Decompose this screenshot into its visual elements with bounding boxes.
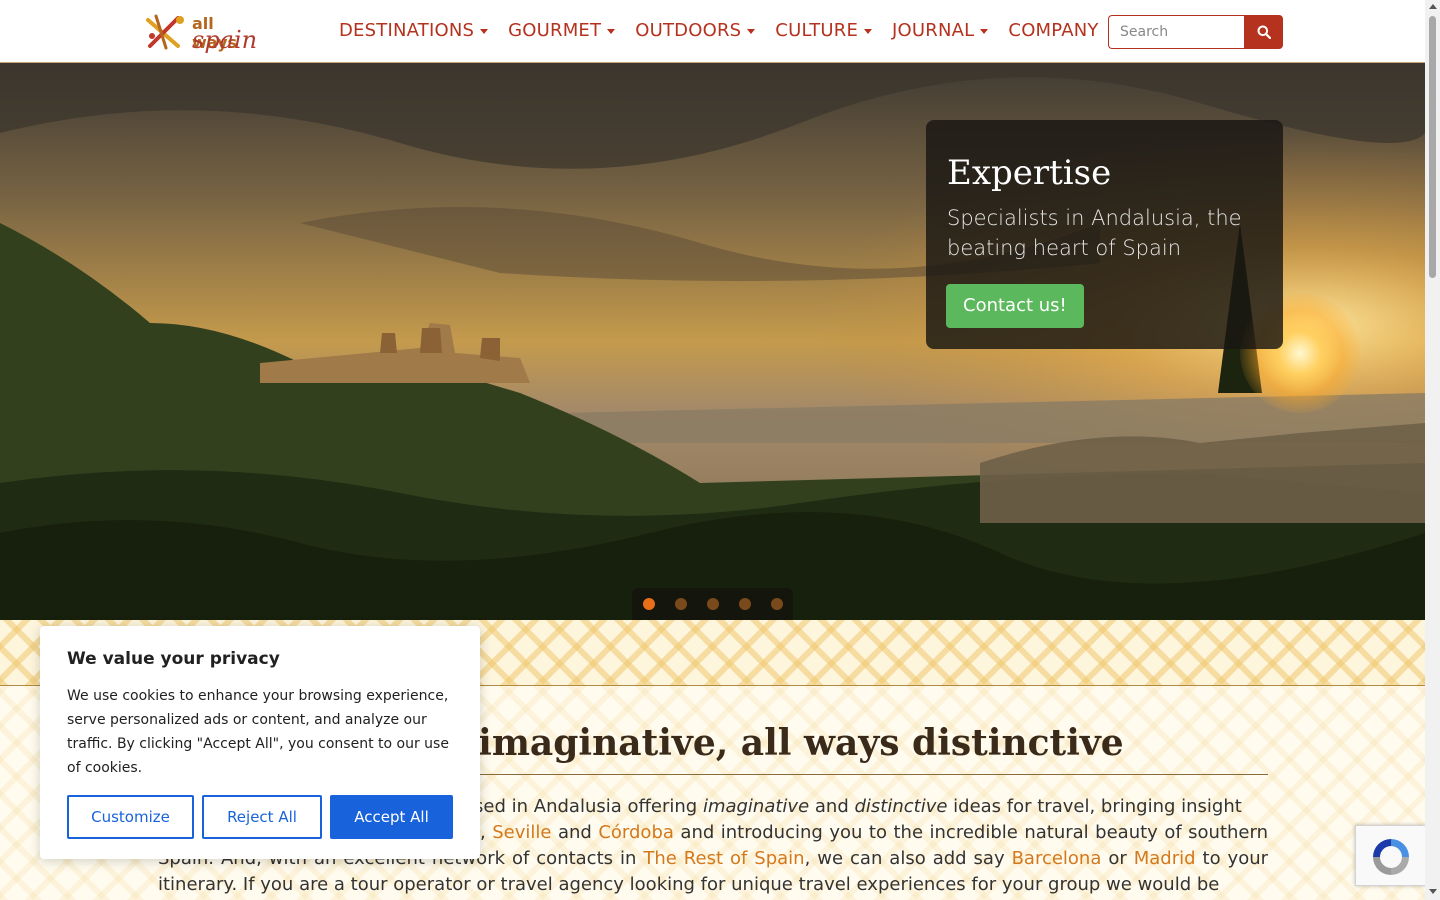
hero-title: Expertise — [947, 153, 1112, 193]
intro-text-5: and — [551, 822, 599, 843]
intro-em-imaginative: imaginative — [702, 796, 810, 817]
reject-all-button[interactable]: Reject All — [202, 795, 322, 839]
hero-carousel[interactable]: Expertise Specialists in Andalusia, the … — [0, 63, 1425, 620]
menu-journal[interactable]: JOURNAL — [892, 20, 989, 41]
menu-culture[interactable]: CULTURE — [775, 20, 873, 41]
menu-culture-label: CULTURE — [775, 20, 859, 41]
recaptcha-icon — [1373, 839, 1409, 875]
menu-destinations[interactable]: DESTINATIONS — [339, 20, 489, 41]
link-rest-of-spain[interactable]: The Rest of Spain — [643, 848, 804, 869]
main-menu: DESTINATIONS GOURMET OUTDOORS CULTURE JO… — [339, 20, 1119, 41]
link-seville[interactable]: Seville — [492, 822, 551, 843]
scroll-up-arrow-icon[interactable] — [1429, 4, 1437, 9]
cookie-title: We value your privacy — [67, 649, 280, 669]
contact-us-button[interactable]: Contact us! — [946, 284, 1084, 328]
logo-mark-icon — [146, 14, 184, 50]
page: all ways spain DESTINATIONS GOURMET OUTD… — [0, 0, 1440, 900]
navbar: all ways spain DESTINATIONS GOURMET OUTD… — [0, 0, 1425, 63]
intro-text-3: ideas for travel, bringing insight — [947, 796, 1242, 817]
carousel-dot-5[interactable] — [770, 598, 783, 610]
hero-subtitle: Specialists in Andalusia, the beating he… — [947, 206, 1242, 260]
brand-logo[interactable]: all ways spain — [142, 12, 258, 54]
customize-button[interactable]: Customize — [67, 795, 194, 839]
menu-journal-label: JOURNAL — [892, 20, 975, 41]
search-form — [1108, 15, 1283, 49]
chevron-down-icon — [607, 28, 616, 34]
carousel-dot-3[interactable] — [706, 598, 719, 610]
intro-text-7: , we can also add say — [804, 848, 1012, 869]
intro-text-4: , — [480, 822, 493, 843]
chevron-down-icon — [864, 28, 873, 34]
cookie-consent-banner: We value your privacy We use cookies to … — [40, 626, 480, 859]
intro-text-8: or — [1101, 848, 1134, 869]
carousel-dot-4[interactable] — [738, 598, 751, 610]
cookie-actions: Customize Reject All Accept All — [67, 795, 453, 839]
brand-line-2: spain — [192, 26, 258, 54]
search-button[interactable] — [1244, 15, 1283, 49]
recaptcha-badge[interactable] — [1355, 825, 1425, 886]
menu-company[interactable]: COMPANY — [1008, 20, 1098, 41]
hero-caption-box: Expertise Specialists in Andalusia, the … — [926, 120, 1283, 349]
search-icon — [1257, 25, 1271, 39]
menu-destinations-label: DESTINATIONS — [339, 20, 475, 41]
carousel-dot-1[interactable] — [642, 598, 655, 610]
page-scrollbar[interactable] — [1425, 0, 1440, 900]
search-input[interactable] — [1108, 15, 1244, 49]
link-madrid[interactable]: Madrid — [1134, 848, 1196, 869]
link-barcelona[interactable]: Barcelona — [1012, 848, 1102, 869]
chevron-down-icon — [980, 28, 989, 34]
chevron-down-icon — [480, 28, 489, 34]
menu-outdoors-label: OUTDOORS — [635, 20, 742, 41]
menu-gourmet[interactable]: GOURMET — [508, 20, 616, 41]
menu-company-label: COMPANY — [1008, 20, 1099, 41]
chevron-down-icon — [747, 28, 756, 34]
intro-text-2: and — [809, 796, 855, 817]
menu-gourmet-label: GOURMET — [508, 20, 602, 41]
cookie-text: We use cookies to enhance your browsing … — [67, 688, 449, 776]
scrollbar-thumb[interactable] — [1429, 16, 1436, 278]
carousel-indicators — [632, 588, 793, 620]
link-cordoba[interactable]: Córdoba — [598, 822, 674, 843]
scroll-down-arrow-icon[interactable] — [1429, 889, 1437, 894]
intro-em-distinctive: distinctive — [854, 796, 948, 817]
menu-outdoors[interactable]: OUTDOORS — [635, 20, 756, 41]
accept-all-button[interactable]: Accept All — [330, 795, 453, 839]
carousel-dot-2[interactable] — [674, 598, 687, 610]
intro-text-1: ased in Andalusia offering — [463, 796, 703, 817]
